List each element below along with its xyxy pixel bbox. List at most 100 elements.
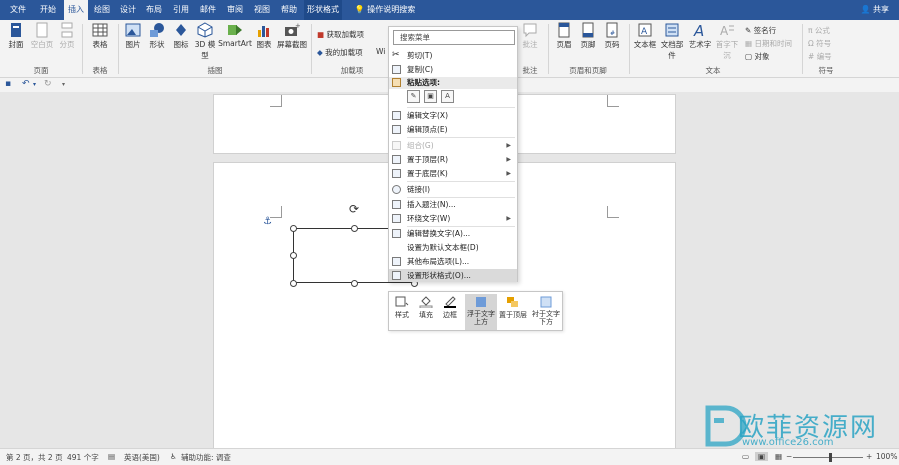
menu-item-edit-alt-text[interactable]: 编辑替换文字(A)... [389,227,517,240]
rotation-handle-icon[interactable]: ⟳ [347,202,361,216]
wrap-behind-icon [540,296,552,308]
menu-item-edit-text[interactable]: 编辑文字(X) [389,109,517,122]
menu-item-send-to-back[interactable]: 置于底层(K) ▶ [389,167,517,180]
zoom-slider[interactable] [793,457,863,458]
word-count[interactable]: 491 个字 [67,452,99,463]
page-break-button[interactable]: 分页 [56,22,78,50]
chart-button[interactable]: 图表 [253,22,275,50]
mini-style-button[interactable]: 样式 [391,294,413,330]
menu-item-edit-points[interactable]: 编辑顶点(E) [389,123,517,136]
3d-models-button[interactable]: 3D 模型 [193,22,217,61]
accessibility-icon: ♿ [170,452,177,461]
my-addins-button[interactable]: ◆ 我的加载项 [317,47,363,58]
tab-review[interactable]: 审阅 [222,0,248,20]
resize-handle[interactable] [290,280,297,287]
header-button[interactable]: 页眉 [553,22,575,50]
mini-in-front-of-text-button[interactable]: 浮于文字上方 [465,294,497,330]
wordart-button[interactable]: A 艺术字 [688,22,712,50]
accessibility-status[interactable]: 辅助功能: 调查 [181,452,231,463]
symbol-button[interactable]: Ω 符号 [808,38,831,49]
anchor-icon[interactable]: ⚓ [263,216,272,227]
resize-handle[interactable] [290,225,297,232]
undo-dropdown-icon[interactable]: ▾ [33,81,36,88]
menu-item-wrap-text[interactable]: 环绕文字(W) ▶ [389,212,517,225]
menu-item-cut[interactable]: ✂ 剪切(T) [389,49,517,62]
resize-handle[interactable] [351,280,358,287]
lightbulb-icon: 💡 [354,5,365,14]
text-box-button[interactable]: A 文本框 [633,22,657,50]
zoom-level[interactable]: 100% [876,452,897,461]
object-button[interactable]: ▢ 对象 [745,51,769,62]
tab-home[interactable]: 开始 [34,0,62,20]
quick-parts-button[interactable]: 文档部件 [658,22,686,61]
page-count[interactable]: 第 2 页，共 2 页 [6,452,63,463]
zoom-slider-thumb[interactable] [829,453,832,462]
smartart-button[interactable]: SmartArt [218,22,252,48]
zoom-out-icon[interactable]: − [786,452,792,461]
tell-me-search[interactable]: 💡 操作说明搜索 [350,0,420,20]
menu-item-group[interactable]: 组合(G) ▶ [389,139,517,152]
undo-icon[interactable]: ↶ [22,79,30,89]
read-mode-icon[interactable]: ▭ [742,452,749,461]
paste-picture-icon[interactable]: ▣ [424,90,437,103]
blank-page-button[interactable]: 空白页 [29,22,55,50]
paste-text-only-icon[interactable]: A [441,90,454,103]
resize-handle[interactable] [290,252,297,259]
equation-button[interactable]: π 公式 [808,25,830,36]
paste-keep-source-icon[interactable]: ✎ [407,90,420,103]
table-button[interactable]: 表格 [87,22,113,50]
menu-item-set-default-textbox[interactable]: 设置为默认文本框(D) [389,241,517,254]
page-number-button[interactable]: # 页码 [601,22,623,50]
mini-bring-to-front-button[interactable]: 置于顶层 [499,294,527,330]
footer-icon [582,22,594,38]
tab-help[interactable]: 帮助 [276,0,302,20]
footer-button[interactable]: 页脚 [577,22,599,50]
save-icon[interactable]: ▪ [5,79,11,89]
print-layout-icon[interactable]: ▣ [755,452,769,461]
language-indicator[interactable]: 英语(美国) [124,452,160,463]
date-time-button[interactable]: ▦ 日期和时间 [745,38,792,49]
tab-view[interactable]: 视图 [250,0,274,20]
tab-draw[interactable]: 绘图 [90,0,114,20]
comment-button[interactable]: 批注 [519,22,541,50]
screenshot-button[interactable]: + 屏幕截图 [276,22,308,50]
group-divider [82,24,83,74]
menu-item-format-shape[interactable]: 设置形状格式(O)... [389,269,517,282]
menu-item-bring-to-front[interactable]: 置于顶层(R) ▶ [389,153,517,166]
number-button[interactable]: # 编号 [808,51,832,62]
shapes-button[interactable]: 形状 [146,22,168,50]
menu-item-insert-caption[interactable]: 插入题注(N)... [389,198,517,211]
pictures-button[interactable]: 图片 [122,22,144,50]
drop-cap-button[interactable]: A 首字下沉 [713,22,741,61]
tab-mailings[interactable]: 邮件 [196,0,220,20]
tab-insert[interactable]: 插入 [64,0,88,20]
web-layout-icon[interactable]: ▦ [775,452,782,461]
picture-icon [125,23,141,37]
proofing-icon[interactable]: ▤ [108,452,115,461]
shapes-icon [150,23,164,37]
mini-outline-button[interactable]: 边框 [439,294,461,330]
submenu-arrow-icon: ▶ [506,170,511,177]
submenu-arrow-icon: ▶ [506,215,511,222]
redo-icon[interactable]: ↻ [44,79,52,89]
tab-references[interactable]: 引用 [168,0,194,20]
tab-layout[interactable]: 布局 [142,0,166,20]
tab-design[interactable]: 设计 [116,0,140,20]
mini-fill-button[interactable]: 填充 [415,294,437,330]
menu-search-input[interactable]: 搜索菜单 [393,30,515,45]
menu-item-link[interactable]: 链接(I) [389,183,517,196]
menu-item-copy[interactable]: 复制(C) [389,63,517,76]
signature-line-button[interactable]: ✎ 签名行 [745,25,776,36]
tab-file[interactable]: 文件 [4,0,32,20]
tab-shape-format[interactable]: 形状格式 [304,0,342,20]
cover-page-button[interactable]: 封面 [4,22,28,50]
wikipedia-button[interactable]: Wi [376,47,385,56]
resize-handle[interactable] [351,225,358,232]
mini-behind-text-button[interactable]: 衬于文字下方 [530,294,562,330]
get-addins-button[interactable]: ■ 获取加载项 [317,29,364,40]
share-button[interactable]: 👤 共享 [860,0,889,20]
zoom-in-icon[interactable]: + [866,452,872,461]
menu-item-more-layout-options[interactable]: 其他布局选项(L)... [389,255,517,268]
icons-button[interactable]: 图标 [170,22,192,50]
customize-qat-icon[interactable]: ▾ [62,81,65,88]
